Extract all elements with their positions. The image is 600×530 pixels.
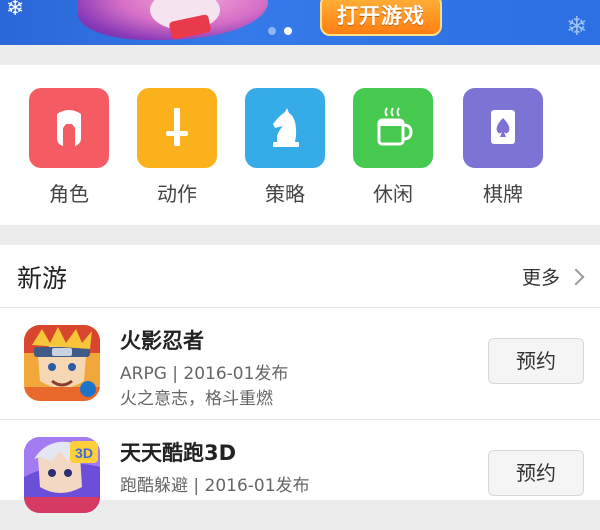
open-game-button[interactable]: 打开游戏 (320, 0, 442, 36)
banner-pagination (268, 27, 292, 35)
sword-icon (166, 108, 188, 146)
category-label: 策略 (265, 182, 305, 206)
category-casual[interactable]: 休闲 (352, 88, 434, 207)
category-role[interactable]: 角色 (28, 88, 110, 207)
game-list-item[interactable]: 3D 天天酷跑3D 跑酷躲避 | 2016-01发布 预约 (0, 419, 600, 530)
category-tile[interactable] (463, 88, 543, 168)
category-tile[interactable] (353, 88, 433, 168)
more-label: 更多 (521, 267, 560, 289)
new-games-section: 新游 更多 火影忍者 ARPG | 2016-01发布 火之意志，格斗重燃 预约… (0, 245, 600, 513)
section-header: 新游 更多 (0, 245, 600, 308)
snowflake-icon: ❄ (566, 12, 588, 42)
naruto-game-icon[interactable] (24, 325, 100, 401)
svg-text:3D: 3D (75, 445, 93, 461)
category-action[interactable]: 动作 (136, 88, 218, 207)
game-meta: ARPG | 2016-01发布 (120, 364, 289, 384)
category-label: 休闲 (373, 182, 413, 206)
game-name[interactable]: 天天酷跑3D (120, 437, 236, 467)
category-grid: 角色 动作 策略 休闲 棋牌 (0, 65, 600, 225)
coffee-cup-icon (377, 107, 413, 146)
pagination-dot-active[interactable] (284, 27, 292, 35)
reserve-button[interactable]: 预约 (488, 338, 584, 384)
more-link[interactable]: 更多 (521, 263, 585, 290)
tiantian-kupao-game-icon[interactable]: 3D (24, 437, 100, 513)
category-strategy[interactable]: 策略 (244, 88, 326, 207)
category-board-card[interactable]: 棋牌 (462, 88, 544, 207)
section-title: 新游 (17, 264, 68, 293)
game-list-item[interactable]: 火影忍者 ARPG | 2016-01发布 火之意志，格斗重燃 预约 (0, 308, 600, 418)
helmet-icon (57, 110, 81, 146)
chevron-right-icon (567, 268, 585, 286)
game-name[interactable]: 火影忍者 (120, 325, 204, 355)
category-label: 角色 (49, 182, 89, 206)
pagination-dot[interactable] (268, 27, 276, 35)
snowflake-icon: ❄ (6, 0, 25, 21)
spade-card-icon (491, 110, 515, 144)
category-tile[interactable] (245, 88, 325, 168)
category-tile[interactable] (29, 88, 109, 168)
chess-knight-icon (273, 108, 299, 147)
category-tile[interactable] (137, 88, 217, 168)
promo-banner[interactable]: ❄ 打开游戏 ❄ (0, 0, 600, 45)
category-label: 动作 (157, 182, 197, 206)
game-meta: 跑酷躲避 | 2016-01发布 (120, 476, 310, 496)
category-label: 棋牌 (483, 182, 523, 206)
reserve-button[interactable]: 预约 (488, 450, 584, 496)
game-description: 火之意志，格斗重燃 (120, 389, 273, 409)
